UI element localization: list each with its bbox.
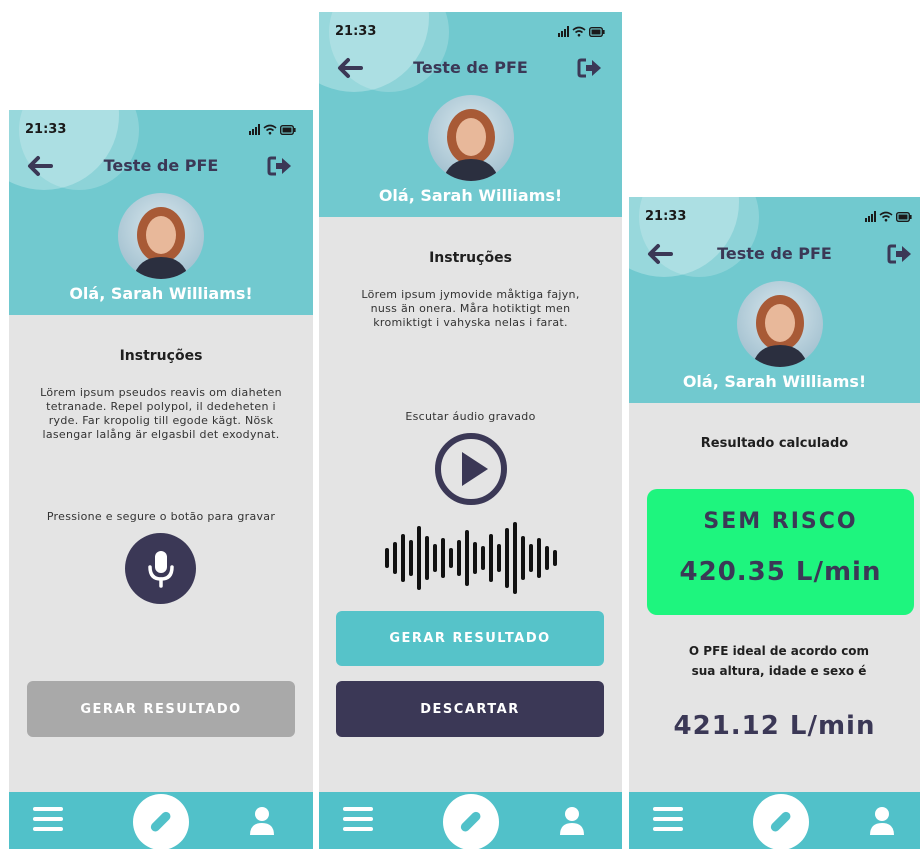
logout-icon[interactable] [577,57,603,79]
signal-icon [249,124,260,135]
waveform-icon [385,522,557,594]
greeting: Olá, Sarah Williams! [682,372,867,391]
status-icons [249,124,296,135]
avatar [737,281,823,367]
test-tube-icon [150,811,171,832]
user-icon[interactable] [249,806,275,836]
status-time: 21:33 [25,122,67,137]
bottom-nav [9,792,313,849]
greeting: Olá, Sarah Williams! [378,186,563,205]
signal-icon [558,26,569,37]
test-tube-icon [770,811,791,832]
status-time: 21:33 [645,209,687,224]
logout-icon[interactable] [887,243,913,265]
menu-icon[interactable] [343,807,373,837]
ideal-text: O PFE ideal de acordo com sua altura, id… [688,644,870,678]
battery-icon [589,27,605,37]
user-icon[interactable] [559,806,585,836]
screen-playback: 21:33 Teste de PFE Olá, Sarah Williams! … [319,12,622,849]
status-icons [865,211,912,222]
status-icons [558,26,605,37]
nav-test-button[interactable] [133,794,189,849]
signal-icon [865,211,876,222]
user-icon[interactable] [869,806,895,836]
logout-icon[interactable] [267,155,293,177]
header: 21:33 Teste de PFE Olá, Sarah Williams! [319,12,622,217]
wifi-icon [572,26,586,37]
header: 21:33 Teste de PFE Olá, Sarah Williams! [629,197,920,403]
battery-icon [280,125,296,135]
microphone-icon [147,550,174,588]
instructions-title: Instruções [429,250,512,266]
wifi-icon [879,211,893,222]
avatar [118,193,204,279]
nav-test-button[interactable] [753,794,809,849]
greeting: Olá, Sarah Williams! [69,284,253,303]
menu-icon[interactable] [33,807,63,837]
nav-test-button[interactable] [443,794,499,849]
result-card: SEM RISCO 420.35 L/min [647,489,914,615]
avatar [428,95,514,181]
record-hint: Pressione e segure o botão para gravar [46,510,276,523]
generate-result-button[interactable]: GERAR RESULTADO [27,681,295,737]
play-icon[interactable] [434,432,508,506]
record-button[interactable] [125,533,196,604]
result-value: 420.35 L/min [679,557,882,587]
page-title: Teste de PFE [717,244,832,263]
wifi-icon [263,124,277,135]
header: 21:33 Teste de PFE Olá, Sarah Williams! [9,110,313,315]
test-tube-icon [460,811,481,832]
battery-icon [896,212,912,222]
bottom-nav [629,792,920,849]
listen-label: Escutar áudio gravado [405,410,536,423]
ideal-value: 421.12 L/min [673,711,876,741]
screen-result: 21:33 Teste de PFE Olá, Sarah Williams! … [629,197,920,849]
instructions-text: Lörem ipsum pseudos reavis om diaheten t… [40,386,282,441]
screen-record: 21:33 Teste de PFE Olá, Sarah Williams! … [9,110,313,849]
result-title: Resultado calculado [700,436,849,451]
instructions-text: Lörem ipsum jymovide måktiga fajyn, nuss… [361,288,580,329]
generate-result-button[interactable]: GERAR RESULTADO [336,611,604,666]
risk-label: SEM RISCO [703,509,858,534]
discard-button[interactable]: DESCARTAR [336,681,604,737]
bottom-nav [319,792,622,849]
instructions-title: Instruções [119,348,203,364]
menu-icon[interactable] [653,807,683,837]
status-time: 21:33 [335,24,377,39]
